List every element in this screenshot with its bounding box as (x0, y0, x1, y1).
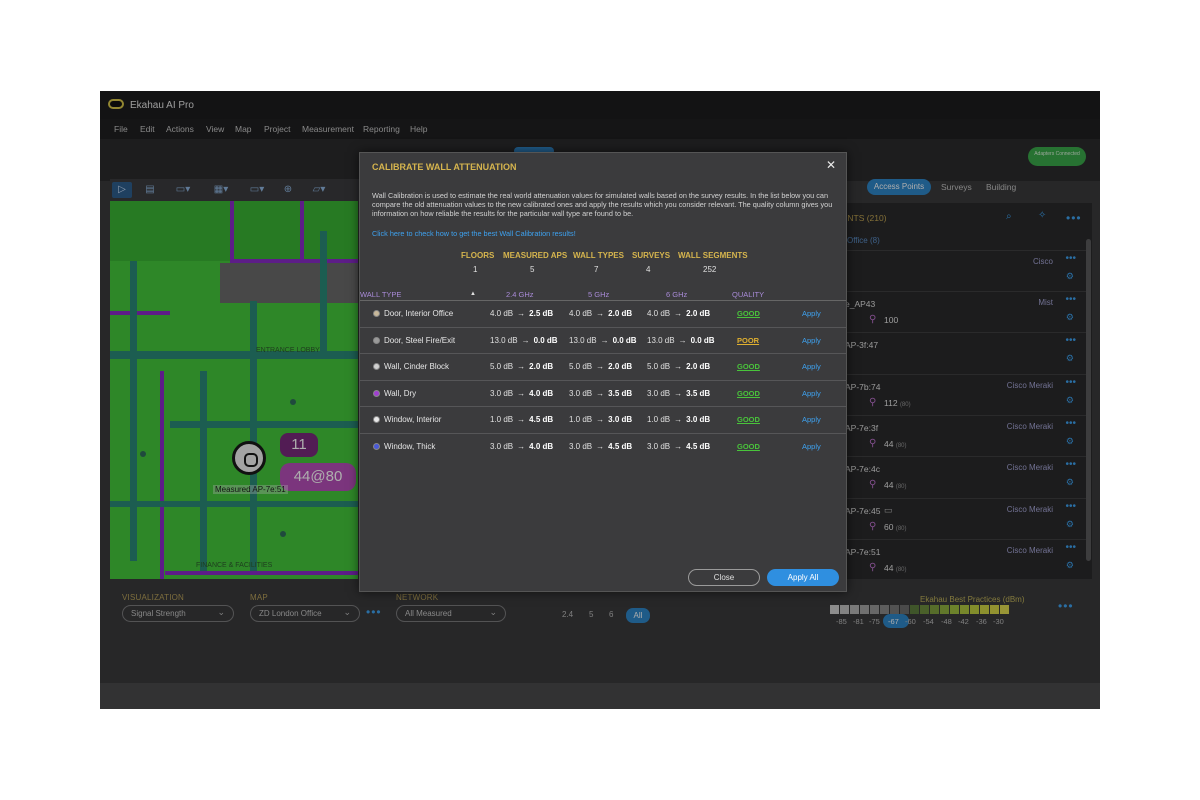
close-button[interactable]: Close (688, 569, 760, 586)
attenuation-g5: 4.0 dB → 2.0 dB (569, 309, 633, 318)
col-5ghz[interactable]: 5 GHz (588, 290, 609, 299)
attenuation-g5: 3.0 dB → 3.5 dB (569, 388, 633, 398)
wall-type-row[interactable]: Door, Interior Office 4.0 dB → 2.5 dB 4.0 dB… (360, 300, 846, 327)
wall-color-icon (373, 442, 380, 450)
stat-aps-label: MEASURED APS (503, 251, 568, 260)
stat-segments-value: 252 (703, 265, 717, 274)
stat-wall-types-label: WALL TYPES (573, 251, 624, 260)
dialog-description: Wall Calibration is used to estimate the… (372, 191, 833, 218)
col-quality[interactable]: QUALITY (732, 290, 764, 299)
quality-badge[interactable]: GOOD (737, 415, 760, 424)
attenuation-g6: 13.0 dB → 0.0 dB (647, 335, 715, 345)
attenuation-g24: 1.0 dB → 4.5 dB (490, 415, 554, 424)
wall-type-row[interactable]: Window, Thick 3.0 dB → 4.0 dB 3.0 dB → 4.5 dB 3… (360, 432, 846, 460)
attenuation-g5: 1.0 dB → 3.0 dB (569, 415, 633, 424)
wall-color-icon (373, 389, 380, 397)
wall-type-row[interactable]: Window, Interior 1.0 dB → 4.5 dB 1.0 dB → 3.0 … (360, 406, 846, 433)
help-link[interactable]: Click here to check how to get the best … (372, 229, 576, 238)
wall-type-row[interactable]: Wall, Cinder Block 5.0 dB → 2.0 dB 5.0 dB → 2.… (360, 353, 846, 380)
stat-aps-value: 5 (530, 265, 535, 274)
stat-surveys-value: 4 (646, 265, 651, 274)
stat-wall-types-value: 7 (594, 265, 599, 274)
attenuation-g5: 3.0 dB → 4.5 dB (569, 441, 633, 451)
attenuation-g6: 1.0 dB → 3.0 dB (647, 415, 711, 424)
quality-badge[interactable]: GOOD (737, 442, 760, 451)
col-wall-type[interactable]: WALL TYPE (360, 290, 401, 299)
apply-link[interactable]: Apply (802, 362, 821, 371)
quality-badge[interactable]: GOOD (737, 362, 760, 371)
wall-color-icon (373, 363, 380, 370)
wall-type-name: Door, Interior Office (384, 309, 454, 318)
attenuation-g6: 3.0 dB → 3.5 dB (647, 388, 711, 398)
attenuation-g6: 5.0 dB → 2.0 dB (647, 362, 711, 371)
attenuation-g24: 4.0 dB → 2.5 dB (490, 309, 554, 318)
apply-link[interactable]: Apply (802, 336, 821, 345)
apply-all-button[interactable]: Apply All (767, 569, 839, 586)
wall-type-name: Window, Interior (384, 415, 442, 424)
quality-badge[interactable]: GOOD (737, 389, 760, 398)
wall-color-icon (373, 416, 380, 423)
apply-link[interactable]: Apply (802, 389, 821, 398)
wall-type-row[interactable]: Wall, Dry 3.0 dB → 4.0 dB 3.0 dB → 3.5 dB 3.0 d… (360, 379, 846, 407)
apply-link[interactable]: Apply (802, 415, 821, 424)
wall-type-name: Window, Thick (384, 441, 436, 451)
col-6ghz[interactable]: 6 GHz (666, 290, 687, 299)
quality-badge[interactable]: POOR (737, 336, 759, 345)
stat-segments-label: WALL SEGMENTS (678, 251, 748, 260)
apply-link[interactable]: Apply (802, 442, 821, 451)
wall-type-name: Wall, Cinder Block (384, 362, 450, 371)
stat-floors-label: FLOORS (461, 251, 495, 260)
attenuation-g5: 5.0 dB → 2.0 dB (569, 362, 633, 371)
stat-floors-value: 1 (473, 265, 478, 274)
wall-type-name: Wall, Dry (384, 388, 417, 398)
dialog-title: CALIBRATE WALL ATTENUATION (372, 162, 517, 172)
attenuation-g24: 13.0 dB → 0.0 dB (490, 335, 558, 345)
attenuation-g24: 5.0 dB → 2.0 dB (490, 362, 554, 371)
app-window: Ekahau AI Pro File Edit Actions View Map… (100, 91, 1100, 709)
attenuation-g6: 3.0 dB → 4.5 dB (647, 441, 711, 451)
attenuation-g24: 3.0 dB → 4.0 dB (490, 388, 554, 398)
sort-ascending-icon[interactable]: ▲ (470, 291, 476, 297)
calibrate-wall-dialog: CALIBRATE WALL ATTENUATION ✕ Wall Calibr… (359, 152, 847, 592)
wall-color-icon (373, 310, 380, 317)
wall-type-name: Door, Steel Fire/Exit (384, 335, 456, 345)
attenuation-g6: 4.0 dB → 2.0 dB (647, 309, 711, 318)
close-icon[interactable]: ✕ (826, 158, 836, 172)
apply-link[interactable]: Apply (802, 309, 821, 318)
stat-surveys-label: SURVEYS (632, 251, 671, 260)
attenuation-g24: 3.0 dB → 4.0 dB (490, 441, 554, 451)
wall-type-row[interactable]: Door, Steel Fire/Exit 13.0 dB → 0.0 dB 13.0 … (360, 326, 846, 354)
attenuation-g5: 13.0 dB → 0.0 dB (569, 335, 637, 345)
wall-color-icon (373, 336, 380, 344)
quality-badge[interactable]: GOOD (737, 309, 760, 318)
col-2-4ghz[interactable]: 2.4 GHz (506, 290, 534, 299)
